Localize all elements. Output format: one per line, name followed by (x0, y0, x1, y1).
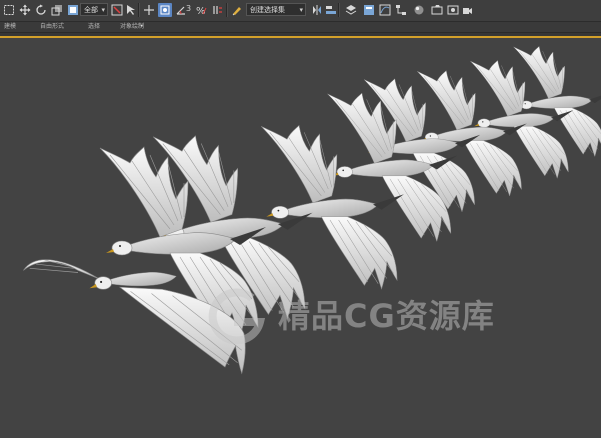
ribbon-tabs: 建模 自由形式 选择 对象绘制 • (0, 22, 601, 33)
curve-editor-icon[interactable] (378, 3, 392, 17)
watermark-logo-icon (208, 288, 266, 344)
viewport[interactable]: 精品CG资源库 (0, 36, 601, 438)
watermark: 精品CG资源库 (200, 288, 590, 344)
mirror-icon[interactable] (310, 3, 324, 17)
main-toolbar: 全部 ▾ 3 % 创建选择集 ▾ (0, 0, 601, 22)
snap-icon[interactable] (158, 3, 172, 17)
select-rotate-icon[interactable] (34, 3, 48, 17)
render-production-icon[interactable] (460, 3, 474, 17)
selection-set-dropdown[interactable]: 创建选择集 ▾ (246, 3, 306, 16)
seagull-scene (23, 46, 601, 375)
watermark-text: 精品CG资源库 (278, 297, 495, 335)
select-scale-icon[interactable] (50, 3, 64, 17)
edit-named-selection-icon[interactable] (230, 3, 244, 17)
percent-snap-icon[interactable]: % (194, 3, 208, 17)
select-manipulate-icon[interactable] (124, 3, 138, 17)
render-setup-icon[interactable] (430, 3, 444, 17)
select-move-icon[interactable] (18, 3, 32, 17)
keyboard-shortcut-icon[interactable] (142, 3, 156, 17)
filter-dropdown[interactable]: 全部 ▾ (80, 3, 108, 16)
spinner-snap-icon[interactable] (210, 3, 224, 17)
ribbon-menu-glyph[interactable]: • (140, 22, 144, 32)
layer-explorer-icon[interactable] (344, 3, 358, 17)
rendered-frame-icon[interactable] (446, 3, 460, 17)
tab-selection[interactable]: 选择 (88, 22, 100, 32)
align-icon[interactable] (324, 3, 338, 17)
graphite-toggle-icon[interactable] (362, 3, 376, 17)
reference-coord-icon[interactable] (66, 3, 80, 17)
material-editor-icon[interactable] (412, 3, 426, 17)
tab-freeform[interactable]: 自由形式 (40, 22, 64, 32)
tab-modeling[interactable]: 建模 (4, 22, 16, 32)
pivot-icon[interactable] (110, 3, 124, 17)
schematic-view-icon[interactable] (394, 3, 408, 17)
select-region-icon[interactable] (2, 3, 16, 17)
snap-angle-label: 3 (186, 4, 192, 13)
